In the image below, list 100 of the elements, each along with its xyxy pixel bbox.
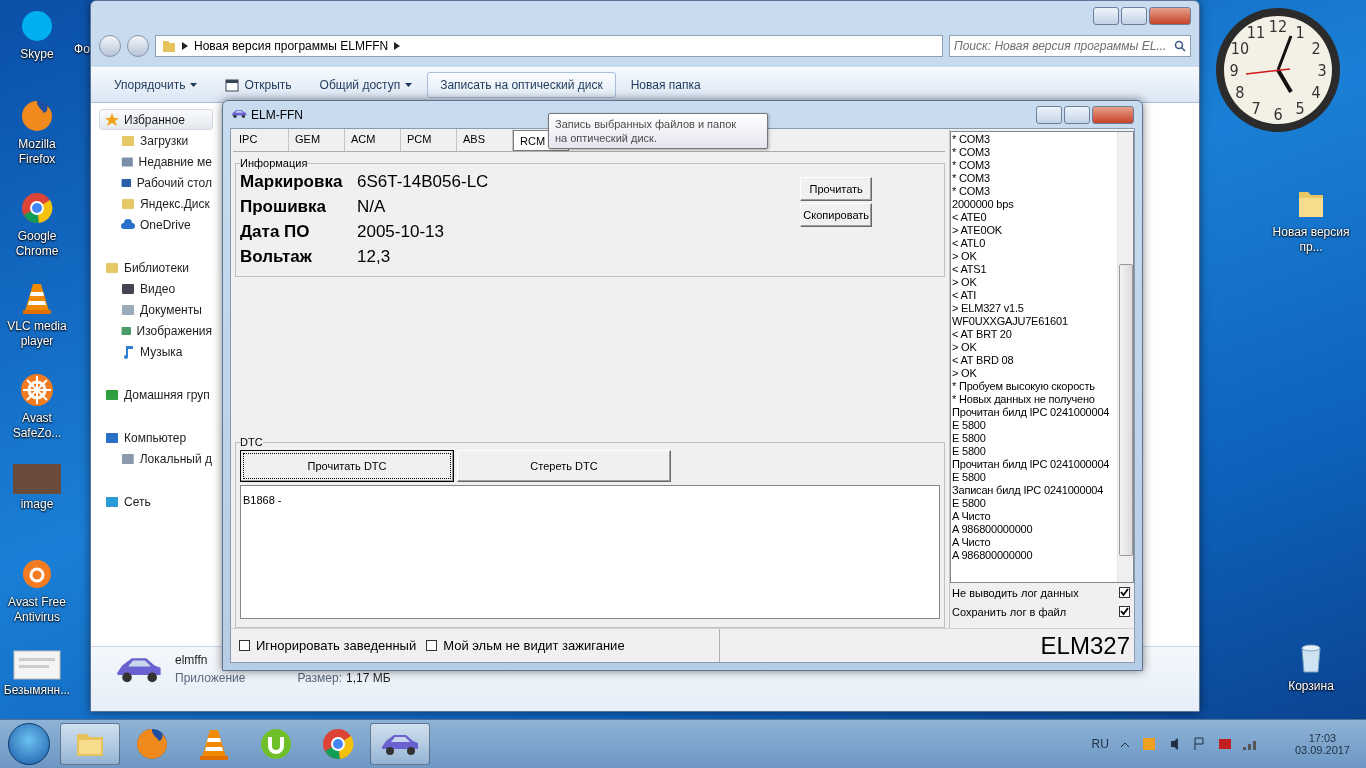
dtc-button[interactable]: Прочитать DTC xyxy=(240,450,454,482)
option-label: Не выводить лог данных xyxy=(952,586,1079,599)
toolbar-button[interactable]: Записать на оптический диск xyxy=(427,72,616,98)
log-line: A 986800000000 xyxy=(952,523,1034,536)
sidebar-item[interactable]: Яндекс.Диск xyxy=(99,193,213,214)
log-line: > OK xyxy=(952,341,978,354)
forward-button[interactable] xyxy=(127,35,149,57)
analog-clock-drawing: 11 12 1 10 2 9 3 8 4 7 6 5 xyxy=(1214,6,1342,134)
sidebar-item[interactable]: Домашняя груп xyxy=(99,384,213,405)
toolbar-button[interactable]: Открыть xyxy=(212,72,305,98)
tab[interactable]: PCM xyxy=(401,129,457,151)
log-line: * COM3 xyxy=(952,146,991,159)
car-icon xyxy=(231,107,247,119)
log-line: < ATE0 xyxy=(952,211,988,224)
toolbar-button[interactable]: Упорядочить xyxy=(101,72,211,98)
close-button[interactable] xyxy=(1149,7,1191,25)
log-line: < AT BRT 20 xyxy=(952,328,1013,341)
maximize-button[interactable] xyxy=(1121,7,1147,25)
minimize-button[interactable] xyxy=(1036,105,1062,124)
log-line: > ELM327 v1.5 xyxy=(952,302,1025,315)
log-line: > ATE0OK xyxy=(952,224,1003,237)
dtc-button[interactable]: Стереть DTC xyxy=(457,450,671,482)
close-button[interactable] xyxy=(1092,105,1134,124)
tray-clock[interactable]: 17:03 03.09.2017 xyxy=(1294,732,1350,756)
star-icon xyxy=(104,111,120,128)
sidebar-item[interactable]: Компьютер xyxy=(99,427,213,448)
desktop-shortcut[interactable]: Google Chrome xyxy=(0,190,74,259)
back-button[interactable] xyxy=(99,35,121,57)
checkbox[interactable] xyxy=(1119,606,1130,617)
checkbox[interactable] xyxy=(1119,587,1130,598)
tab[interactable]: GEM xyxy=(289,129,345,151)
field-label: Вольтаж xyxy=(240,246,313,268)
log-line: * COM3 xyxy=(952,159,991,172)
log-line: < ATI xyxy=(952,289,978,302)
sidebar-item[interactable]: Загрузки xyxy=(99,130,213,151)
desktop-shortcut[interactable]: Безымянн... xyxy=(0,650,74,698)
field-value: 6S6T-14B056-LC xyxy=(357,171,489,193)
field-value: 2005-10-13 xyxy=(357,221,445,243)
toolbar-button[interactable]: Общий доступ xyxy=(306,72,426,98)
desktop-folder[interactable]: Новая версия пр... xyxy=(1272,186,1350,255)
log-line: Записан билд IPC 0241000004 xyxy=(952,484,1105,497)
search-field[interactable]: Поиск: Новая версия программы EL... xyxy=(949,35,1191,57)
checkbox[interactable] xyxy=(239,640,250,651)
address-bar[interactable]: Новая версия программы ELMFFN xyxy=(155,35,943,57)
sidebar-item[interactable]: Рабочий стол xyxy=(99,172,213,193)
log-line: WF0UXXGAJU7E61601 xyxy=(952,315,1069,328)
field-value: N/A xyxy=(357,196,387,218)
action-button[interactable]: Скопировать xyxy=(800,203,873,227)
log-line: > OK xyxy=(952,276,978,289)
tab[interactable]: ACM xyxy=(345,129,401,151)
sidebar-item[interactable]: Библиотеки xyxy=(99,257,213,278)
sidebar-item[interactable]: Документы xyxy=(99,299,213,320)
chrome-icon xyxy=(320,726,356,762)
desktop-shortcut[interactable]: image xyxy=(0,464,74,512)
sidebar-item[interactable]: Избранное xyxy=(99,109,213,130)
scrollbar[interactable] xyxy=(1117,132,1133,582)
field-label: Прошивка xyxy=(240,196,328,218)
sidebar-item[interactable]: Локальный д xyxy=(99,448,213,469)
sidebar-item[interactable]: Музыка xyxy=(99,341,213,362)
sidebar-item[interactable]: Недавние ме xyxy=(99,151,213,172)
log-line: Прочитан билд IPC 0241000004 xyxy=(952,406,1111,419)
toolbar-button[interactable]: Новая папка xyxy=(617,72,714,98)
sidebar-item[interactable]: OneDrive xyxy=(99,214,213,235)
desktop-shortcut[interactable]: Mozilla Firefox xyxy=(0,98,74,167)
log-line: A Чисто xyxy=(952,536,992,549)
language-indicator[interactable]: RU xyxy=(1091,737,1109,751)
log-line: E 5800 xyxy=(952,497,987,510)
maximize-button[interactable] xyxy=(1064,105,1090,124)
desktop-shortcut[interactable]: Skype xyxy=(0,8,74,62)
desktop-shortcut[interactable]: VLC media player xyxy=(0,280,74,349)
checkbox[interactable] xyxy=(426,640,438,651)
log-line: * Пробуем высокую скорость xyxy=(952,380,1096,393)
taskbar-button[interactable] xyxy=(370,723,430,765)
start-button[interactable] xyxy=(8,723,50,765)
log-line: E 5800 xyxy=(952,432,987,445)
desktop-shortcut[interactable]: Avast SafeZo... xyxy=(0,372,74,441)
desktop-shortcut[interactable]: Avast Free Antivirus xyxy=(0,556,74,625)
log-line: 2000000 bps xyxy=(952,198,1015,211)
log-line: * COM3 xyxy=(952,172,991,185)
dtc-output[interactable]: B1868 - xyxy=(240,485,941,619)
log-line: > OK xyxy=(952,250,978,263)
minimize-button[interactable] xyxy=(1093,7,1119,25)
log-line: A 986800000000 xyxy=(952,549,1034,562)
recycle-bin[interactable]: Корзина xyxy=(1272,640,1350,694)
tab[interactable]: IPC xyxy=(233,129,289,151)
sidebar-item[interactable]: Сеть xyxy=(99,491,213,512)
log-line: E 5800 xyxy=(952,419,987,432)
tooltip: Запись выбранных файлов и папок на оптический диск. xyxy=(548,113,768,149)
group-title: DTC xyxy=(240,436,263,448)
action-button[interactable]: Прочитать xyxy=(800,177,873,201)
sidebar-item[interactable]: Видео xyxy=(99,278,213,299)
field-value: 12,3 xyxy=(357,246,392,268)
desktop-shortcut-label: Фо xyxy=(74,42,90,57)
log-line: < ATL0 xyxy=(952,237,987,250)
log-line: E 5800 xyxy=(952,471,987,484)
chrome-icon xyxy=(19,190,55,226)
sidebar-item[interactable]: Изображения xyxy=(99,320,213,341)
photo-placeholder xyxy=(13,464,61,494)
log-line: < AT BRD 08 xyxy=(952,354,1015,367)
chevron-right-icon xyxy=(182,42,188,50)
